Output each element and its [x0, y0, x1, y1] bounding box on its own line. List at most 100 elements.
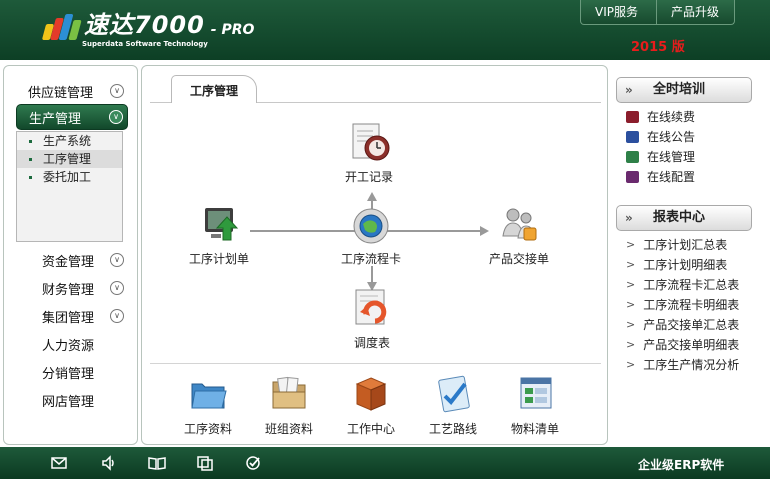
flow-start-record[interactable]: 开工记录 — [345, 122, 393, 185]
chevron-down-icon: ∨ — [109, 110, 123, 124]
report-link-label: 工序计划明细表 — [643, 258, 728, 272]
link-online-config[interactable]: 在线配置 — [626, 167, 695, 187]
notice-icon — [626, 131, 639, 143]
book-icon[interactable] — [148, 455, 166, 471]
vip-service-button[interactable]: VIP服务 — [580, 0, 657, 25]
tab-process-management[interactable]: 工序管理 — [171, 75, 257, 103]
flow-label: 工序计划单 — [189, 252, 250, 266]
shortcut-label: 工作中心 — [347, 422, 396, 436]
submenu-item-label: 生产系统 — [43, 134, 92, 148]
nav-item-production[interactable]: 生产管理 ∨ — [16, 104, 128, 130]
reports-header[interactable]: » 报表中心 — [616, 205, 752, 231]
checklist-icon — [431, 374, 475, 416]
list-window-icon — [513, 374, 557, 416]
nav-item-online-store[interactable]: 网店管理 — [16, 387, 128, 413]
shortcut-team-data[interactable]: 班组资料 — [265, 374, 313, 437]
main-panel: 工序管理 开工记录 工序计划单 工序流程卡 产品交接单 调度表 工序资料 班组资… — [141, 65, 608, 445]
submenu-item-label: 委托加工 — [43, 170, 92, 184]
training-header[interactable]: » 全时培训 — [616, 77, 752, 103]
flow-label: 开工记录 — [345, 170, 394, 184]
report-link[interactable]: > 工序流程卡明细表 — [626, 295, 739, 315]
flow-dispatch[interactable]: 调度表 — [350, 288, 394, 351]
chevron-right-icon: > — [626, 298, 636, 311]
nav-item-group[interactable]: 集团管理 ∨ — [16, 303, 128, 329]
shortcut-bom[interactable]: 物料清单 — [511, 374, 559, 437]
link-label: 在线管理 — [647, 150, 696, 164]
monitor-upload-icon — [197, 204, 241, 246]
bullet-icon — [29, 157, 32, 161]
flow-label: 产品交接单 — [489, 252, 550, 266]
submenu-item-label: 工序管理 — [43, 152, 92, 166]
report-link[interactable]: > 工序计划汇总表 — [626, 235, 727, 255]
report-link[interactable]: > 工序生产情况分析 — [626, 355, 739, 375]
arrow-up-icon — [367, 192, 377, 201]
report-link[interactable]: > 工序计划明细表 — [626, 255, 727, 275]
speaker-icon[interactable] — [100, 455, 118, 471]
app-footer: 企业级ERP软件 — [0, 447, 770, 479]
link-online-notice[interactable]: 在线公告 — [626, 127, 695, 147]
report-link[interactable]: > 产品交接单明细表 — [626, 335, 739, 355]
check-icon[interactable] — [244, 455, 262, 471]
nav-item-supply-chain[interactable]: 供应链管理 ∨ — [16, 78, 128, 104]
nav-item-label: 人力资源 — [42, 338, 95, 354]
nav-item-funds[interactable]: 资金管理 ∨ — [16, 247, 128, 273]
renew-icon — [626, 111, 639, 123]
upgrade-button[interactable]: 产品升级 — [657, 0, 735, 25]
copy-icon[interactable] — [196, 455, 214, 471]
logo-subtitle: Superdata Software Technology — [82, 40, 208, 48]
nav-item-label: 集团管理 — [42, 310, 95, 326]
double-chevron-icon: » — [625, 83, 633, 97]
people-handover-icon — [497, 204, 541, 246]
report-link-label: 工序流程卡明细表 — [643, 298, 740, 312]
report-link-label: 产品交接单明细表 — [643, 338, 740, 352]
nav-item-distribution[interactable]: 分销管理 — [16, 359, 128, 385]
bullet-icon — [29, 139, 32, 143]
chevron-down-icon: ∨ — [110, 84, 124, 98]
clock-document-icon — [347, 122, 391, 164]
link-online-manage[interactable]: 在线管理 — [626, 147, 695, 167]
nav-item-hr[interactable]: 人力资源 — [16, 331, 128, 357]
nav-item-label: 供应链管理 — [28, 85, 94, 101]
chevron-down-icon: ∨ — [110, 309, 124, 323]
shortcut-process-data[interactable]: 工序资料 — [184, 374, 232, 437]
logo: 速达7000 - PRO Superdata Software Technolo… — [41, 10, 254, 50]
file-folder-icon — [267, 374, 311, 416]
version-label: 2015 版 — [631, 40, 685, 55]
boxes-icon — [349, 374, 393, 416]
logo-text: 速达7000 — [84, 11, 205, 39]
production-submenu: 生产系统 工序管理 委托加工 — [16, 131, 123, 242]
mail-icon[interactable] — [50, 455, 68, 471]
chevron-down-icon: ∨ — [110, 281, 124, 295]
report-link-label: 工序生产情况分析 — [643, 358, 740, 372]
shortcut-work-center[interactable]: 工作中心 — [347, 374, 395, 437]
nav-item-label: 网店管理 — [42, 394, 95, 410]
arrow-right-icon — [480, 226, 489, 236]
submenu-item-production-system[interactable]: 生产系统 — [17, 132, 122, 150]
link-label: 在线续费 — [647, 110, 696, 124]
shortcut-label: 物料清单 — [511, 422, 560, 436]
chevron-right-icon: > — [626, 318, 636, 331]
flow-product-handover[interactable]: 产品交接单 — [489, 204, 549, 267]
submenu-item-outsourcing[interactable]: 委托加工 — [17, 168, 122, 186]
nav-item-label: 资金管理 — [42, 254, 95, 270]
footer-tagline: 企业级ERP软件 — [638, 458, 725, 472]
config-icon — [626, 171, 639, 183]
flow-process-plan[interactable]: 工序计划单 — [189, 204, 249, 267]
section-divider — [150, 363, 601, 364]
nav-item-label: 生产管理 — [29, 111, 82, 127]
logo-mark-icon — [41, 14, 84, 40]
left-nav: 供应链管理 ∨ 生产管理 ∨ 生产系统 工序管理 委托加工 资金管理 ∨ 财务管… — [3, 65, 138, 445]
training-title: 全时培训 — [653, 82, 706, 97]
nav-item-finance[interactable]: 财务管理 ∨ — [16, 275, 128, 301]
link-online-renew[interactable]: 在线续费 — [626, 107, 695, 127]
report-link[interactable]: > 产品交接单汇总表 — [626, 315, 739, 335]
manage-icon — [626, 151, 639, 163]
report-link-label: 工序流程卡汇总表 — [643, 278, 740, 292]
flow-process-card[interactable]: 工序流程卡 — [341, 204, 401, 267]
link-label: 在线公告 — [647, 130, 696, 144]
report-link[interactable]: > 工序流程卡汇总表 — [626, 275, 739, 295]
shortcut-routing[interactable]: 工艺路线 — [429, 374, 477, 437]
submenu-item-process-management[interactable]: 工序管理 — [17, 150, 122, 168]
refresh-document-icon — [350, 288, 394, 330]
app-header: 速达7000 - PRO Superdata Software Technolo… — [0, 0, 770, 60]
